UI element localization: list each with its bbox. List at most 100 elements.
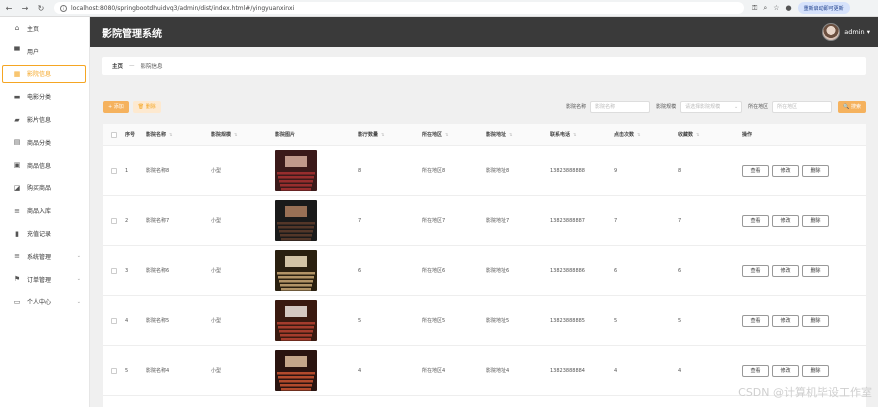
- header-favorites[interactable]: 收藏数 ⇅: [678, 131, 742, 138]
- header-size[interactable]: 影院规模 ⇅: [211, 131, 275, 138]
- header-address[interactable]: 影院地址 ⇅: [486, 131, 550, 138]
- sidebar-item-4[interactable]: ▰ 影片信息: [0, 108, 89, 131]
- cinema-thumbnail[interactable]: [275, 350, 317, 391]
- header-name[interactable]: 影院名称 ⇅: [146, 131, 211, 138]
- back-icon[interactable]: ←: [2, 1, 16, 15]
- sidebar-item-6[interactable]: ▣ 商品信息: [0, 154, 89, 177]
- star-icon[interactable]: ☆: [773, 4, 779, 12]
- sidebar-item-12[interactable]: ▭ 个人中心 ⌄: [0, 291, 89, 314]
- row-checkbox[interactable]: [111, 267, 117, 274]
- breadcrumb-separator: —: [129, 63, 135, 69]
- row-delete-button[interactable]: 删除: [802, 314, 829, 327]
- sidebar-item-5[interactable]: ▤ 商品分类: [0, 131, 89, 154]
- row-delete-button[interactable]: 删除: [802, 364, 829, 377]
- cell-count: 6: [358, 267, 362, 274]
- key-icon[interactable]: ⚿: [752, 4, 757, 13]
- header-index: 序号: [125, 132, 136, 138]
- view-button[interactable]: 查看: [742, 164, 769, 177]
- sidebar-item-label: 订单管理: [27, 276, 52, 284]
- sidebar-item-label: 主页: [27, 25, 40, 33]
- row-select-cell: [103, 267, 125, 274]
- sidebar: ⌂ 主页 ▀ 用户 ▦ 影院信息 ▬ 电影分类 ▰ 影片信息 ▤ 商品分类 ▣ 商品信息 ◪ 购买商品 ≡ 商品入…: [0, 17, 90, 407]
- cell-image: [275, 250, 358, 291]
- cell-area: 所在地区8: [422, 168, 446, 174]
- table-body: 1 影院名称8 小型 8 所在地区8 影院地址8 13823888888 9 8 查看 修改 删除 2 影…: [103, 146, 866, 396]
- header-clicks[interactable]: 点击次数 ⇅: [614, 131, 678, 138]
- row-delete-button[interactable]: 删除: [802, 164, 829, 177]
- sidebar-item-label: 商品入库: [27, 208, 52, 216]
- header-area[interactable]: 所在地区 ⇅: [422, 131, 486, 138]
- sidebar-item-9[interactable]: ▮ 充值记录: [0, 222, 89, 245]
- sidebar-item-10[interactable]: ≡ 系统管理 ⌄: [0, 245, 89, 268]
- cell-size: 小型: [211, 268, 222, 274]
- cell-clicks: 9: [614, 167, 618, 174]
- filter-name-input[interactable]: 影院名称: [590, 100, 651, 113]
- cell-ops: 查看 修改 删除: [742, 264, 862, 277]
- header-count[interactable]: 影厅数量 ⇅: [358, 131, 422, 138]
- row-checkbox[interactable]: [111, 217, 117, 224]
- row-select-cell: [103, 317, 125, 324]
- forward-icon[interactable]: →: [18, 1, 32, 15]
- row-delete-button[interactable]: 删除: [802, 264, 829, 277]
- table-header: 序号 影院名称 ⇅ 影院规模 ⇅ 影院图片 影厅数量 ⇅ 所在地区 ⇅ 影院地址 ⇅ 联系…: [103, 124, 866, 146]
- view-button[interactable]: 查看: [742, 314, 769, 327]
- row-checkbox[interactable]: [111, 367, 117, 374]
- sidebar-item-8[interactable]: ≡ 商品入库: [0, 199, 89, 222]
- sort-icon: ⇅: [169, 132, 173, 137]
- sidebar-item-7[interactable]: ◪ 购买商品: [0, 177, 89, 200]
- sidebar-item-3[interactable]: ▬ 电影分类: [0, 85, 89, 108]
- monitor-icon: ▀: [14, 47, 20, 56]
- cell-size: 小型: [211, 168, 222, 174]
- user-menu[interactable]: admin ▾: [822, 23, 870, 41]
- address-bar[interactable]: i localhost:8080/springbootdhuidvq3/admi…: [54, 2, 744, 14]
- cell-area: 所在地区5: [422, 318, 446, 324]
- sort-icon: ⇅: [234, 132, 238, 137]
- url-text: localhost:8080/springbootdhuidvq3/admin/…: [71, 4, 295, 12]
- row-checkbox[interactable]: [111, 167, 117, 174]
- select-all-checkbox[interactable]: [111, 131, 117, 138]
- cinema-thumbnail[interactable]: [275, 150, 317, 191]
- cell-size: 小型: [211, 318, 222, 324]
- edit-button[interactable]: 修改: [772, 214, 799, 227]
- edit-button[interactable]: 修改: [772, 364, 799, 377]
- cinema-thumbnail[interactable]: [275, 250, 317, 291]
- row-delete-button[interactable]: 删除: [802, 214, 829, 227]
- breadcrumb-home[interactable]: 主页: [112, 62, 123, 70]
- cinema-thumbnail[interactable]: [275, 200, 317, 241]
- edit-button[interactable]: 修改: [772, 264, 799, 277]
- filter-area-input[interactable]: 所在地区: [772, 100, 833, 113]
- cell-favorites: 4: [678, 367, 682, 374]
- zoom-icon[interactable]: ⌕: [763, 4, 767, 13]
- cell-address: 影院地址7: [486, 218, 510, 224]
- cell-ops: 查看 修改 删除: [742, 164, 862, 177]
- edit-button[interactable]: 修改: [772, 314, 799, 327]
- header-clicks-label: 点击次数: [614, 132, 635, 138]
- sidebar-item-1[interactable]: ▀ 用户: [0, 40, 89, 63]
- reload-icon[interactable]: ↻: [34, 1, 48, 15]
- add-button[interactable]: + 添加: [103, 100, 129, 113]
- cell-count: 4: [358, 367, 362, 374]
- search-button[interactable]: 🔍 搜索: [838, 100, 866, 113]
- table-row: 3 影院名称6 小型 6 所在地区6 影院地址6 13823888886 6 6 查看 修改 删除: [103, 246, 866, 296]
- sidebar-item-label: 影片信息: [27, 117, 52, 125]
- filter-size-select[interactable]: 请选择影院规模 ⌄: [680, 100, 743, 113]
- view-button[interactable]: 查看: [742, 364, 769, 377]
- header-phone[interactable]: 联系电话 ⇅: [550, 131, 614, 138]
- profile-icon[interactable]: ●: [786, 4, 792, 12]
- header-address-label: 影院地址: [486, 132, 507, 138]
- edit-button[interactable]: 修改: [772, 164, 799, 177]
- cell-image: [275, 300, 358, 341]
- sidebar-item-11[interactable]: ⚑ 订单管理 ⌄: [0, 268, 89, 291]
- sidebar-item-2[interactable]: ▦ 影院信息: [0, 62, 89, 86]
- sidebar-item-0[interactable]: ⌂ 主页: [0, 17, 89, 40]
- view-button[interactable]: 查看: [742, 214, 769, 227]
- filter-size-label: 影院规模: [656, 104, 677, 110]
- cell-phone: 13823888885: [550, 317, 585, 324]
- cell-area: 所在地区7: [422, 218, 446, 224]
- delete-button[interactable]: 🗑 删除: [132, 100, 161, 113]
- row-checkbox[interactable]: [111, 317, 117, 324]
- update-button[interactable]: 重新启动即可更新: [797, 2, 850, 14]
- cell-clicks: 5: [614, 317, 618, 324]
- cinema-thumbnail[interactable]: [275, 300, 317, 341]
- view-button[interactable]: 查看: [742, 264, 769, 277]
